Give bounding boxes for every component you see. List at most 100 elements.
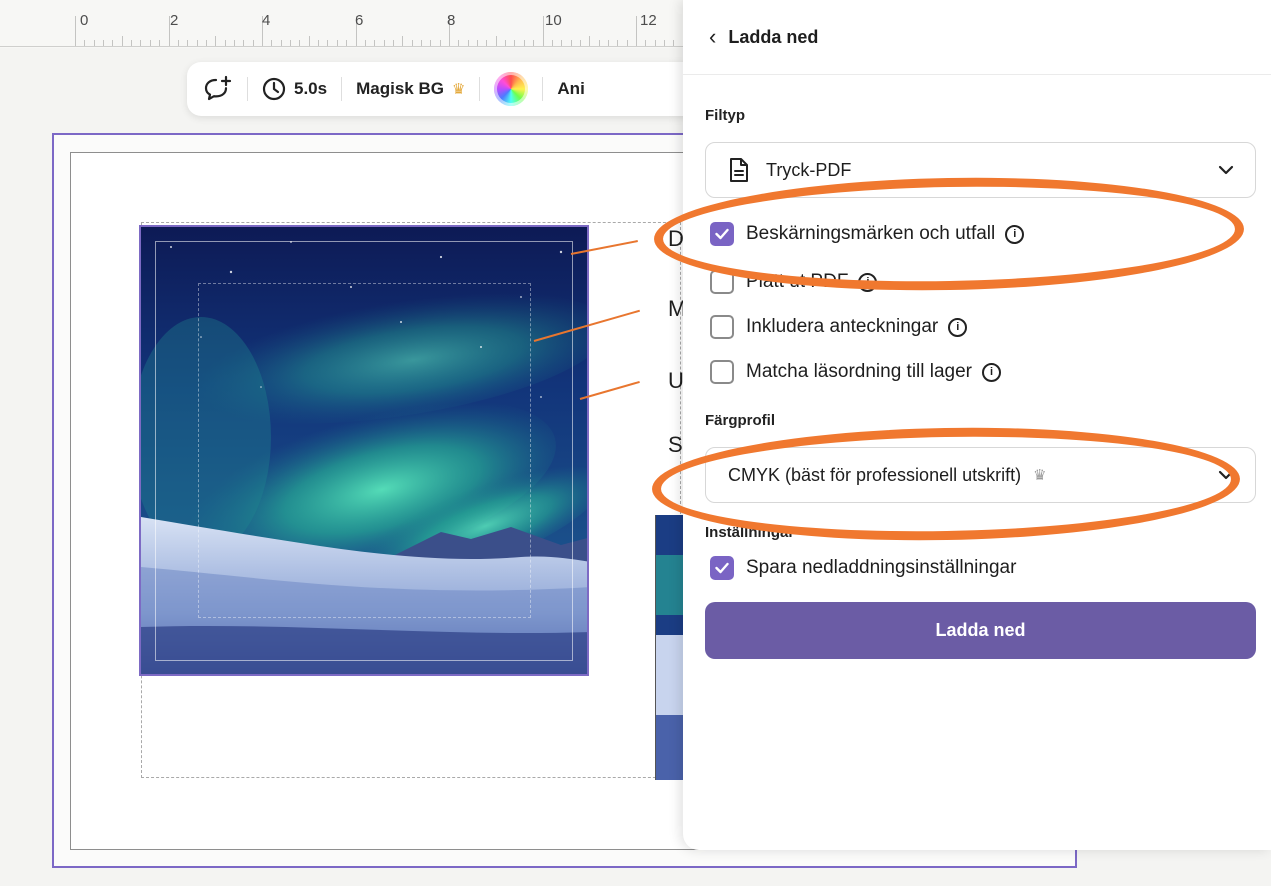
- panel-header: ‹ Ladda ned: [683, 0, 1271, 75]
- save-settings-checkbox[interactable]: [710, 556, 734, 580]
- ruler-tick: [551, 40, 553, 46]
- ruler-number: 8: [447, 12, 456, 29]
- flatten-pdf-label: Platt ut PDF: [746, 271, 849, 292]
- canvas-text-fragment: D: [668, 226, 684, 251]
- ruler-tick: [187, 40, 189, 46]
- ruler-number: 0: [80, 12, 89, 29]
- match-reading-order-label: Matcha läsordning till lager: [746, 361, 973, 382]
- ruler-tick: [617, 40, 619, 46]
- ruler-tick: [383, 40, 385, 46]
- comment-add-icon: [204, 75, 232, 101]
- info-icon[interactable]: i: [858, 272, 878, 292]
- chevron-left-icon[interactable]: ‹: [709, 26, 716, 48]
- ruler-tick: [598, 40, 600, 46]
- crop-marks-checkbox[interactable]: [710, 222, 734, 246]
- ruler-tick: [75, 16, 76, 46]
- aurora-photo[interactable]: [139, 225, 589, 676]
- ruler-tick: [636, 16, 637, 46]
- chevron-down-icon: [1217, 161, 1235, 179]
- safe-area-guide: [198, 283, 531, 618]
- crown-icon: ♛: [1033, 467, 1047, 484]
- color-profile-label: Färgprofil: [705, 412, 775, 429]
- filetype-label: Filtyp: [705, 107, 745, 124]
- color-picker-button[interactable]: [494, 72, 529, 106]
- info-icon[interactable]: i: [982, 362, 1002, 382]
- animate-button[interactable]: Ani: [557, 79, 584, 99]
- ruler-tick: [299, 40, 301, 46]
- canvas-text-fragment: S: [668, 432, 683, 457]
- ruler-tick: [579, 40, 581, 46]
- option-crop-marks-bleed[interactable]: Beskärningsmärken och utfall i: [710, 222, 1025, 246]
- ruler-tick: [318, 40, 320, 46]
- flatten-pdf-checkbox[interactable]: [710, 270, 734, 294]
- ruler-tick: [411, 40, 413, 46]
- download-button[interactable]: Ladda ned: [705, 602, 1256, 659]
- ruler-tick: [561, 40, 563, 46]
- ruler-tick: [570, 40, 572, 46]
- ruler-tick: [336, 40, 338, 46]
- ruler-tick: [224, 40, 226, 46]
- ruler-tick: [308, 36, 310, 46]
- ruler-tick: [374, 40, 376, 46]
- ruler-tick: [290, 40, 292, 46]
- ruler-tick: [654, 40, 656, 46]
- ruler-tick: [280, 40, 282, 46]
- ruler-tick: [121, 36, 123, 46]
- element-toolbar: 5.0s Magisk BG ♛ Ani: [187, 62, 707, 116]
- canvas-text-fragment: U: [668, 368, 684, 393]
- option-save-settings[interactable]: Spara nedladdningsinställningar: [710, 556, 1016, 580]
- filetype-select[interactable]: Tryck-PDF: [705, 142, 1256, 198]
- ruler-tick: [420, 40, 422, 46]
- magic-bg-button[interactable]: Magisk BG ♛: [356, 79, 465, 99]
- aurora-photo-edge[interactable]: [655, 515, 685, 780]
- ruler-tick: [177, 40, 179, 46]
- ruler-tick: [607, 40, 609, 46]
- ruler-tick: [673, 40, 675, 46]
- ruler-tick: [233, 40, 235, 46]
- ruler-tick: [505, 40, 507, 46]
- panel-title: Ladda ned: [728, 26, 819, 47]
- option-include-notes[interactable]: Inkludera anteckningar i: [710, 315, 968, 339]
- match-reading-order-checkbox[interactable]: [710, 360, 734, 384]
- ruler-tick: [84, 40, 86, 46]
- duration-label: 5.0s: [294, 79, 328, 98]
- duration-button[interactable]: 5.0s: [262, 77, 327, 101]
- ruler-tick: [196, 40, 198, 46]
- ruler-tick: [626, 40, 628, 46]
- ruler-tick: [159, 40, 161, 46]
- ruler-tick: [514, 40, 516, 46]
- option-match-reading-order[interactable]: Matcha läsordning till lager i: [710, 360, 1002, 384]
- save-settings-label: Spara nedladdningsinställningar: [746, 557, 1017, 578]
- info-icon[interactable]: i: [948, 317, 968, 337]
- ruler-tick: [495, 36, 497, 46]
- checkmark-icon: [715, 562, 729, 574]
- ruler-tick: [486, 40, 488, 46]
- add-comment-button[interactable]: [203, 75, 233, 103]
- ruler-number: 4: [262, 12, 271, 29]
- ruler-tick: [327, 40, 329, 46]
- ruler-tick: [103, 40, 105, 46]
- toolbar-divider: [341, 77, 343, 101]
- ruler-tick: [149, 40, 151, 46]
- checkmark-icon: [715, 228, 729, 240]
- ruler-tick: [392, 40, 394, 46]
- crop-marks-label: Beskärningsmärken och utfall: [746, 223, 996, 244]
- ruler-tick: [215, 36, 217, 46]
- ruler-tick: [533, 40, 535, 46]
- clock-icon: [262, 77, 286, 101]
- info-icon[interactable]: i: [1005, 224, 1025, 244]
- ruler-tick: [523, 40, 525, 46]
- color-profile-select[interactable]: CMYK (bäst för professionell utskrift) ♛: [705, 447, 1256, 503]
- ruler-tick: [243, 40, 245, 46]
- ruler-tick: [364, 40, 366, 46]
- ruler-tick: [346, 40, 348, 46]
- ruler-tick: [205, 40, 207, 46]
- include-notes-checkbox[interactable]: [710, 315, 734, 339]
- ruler-tick: [589, 36, 591, 46]
- chevron-down-icon: [1217, 466, 1235, 484]
- toolbar-divider: [542, 77, 544, 101]
- ruler-tick: [93, 40, 95, 46]
- include-notes-label: Inkludera anteckningar: [746, 316, 939, 337]
- ruler-tick: [131, 40, 133, 46]
- option-flatten-pdf[interactable]: Platt ut PDF i: [710, 270, 878, 294]
